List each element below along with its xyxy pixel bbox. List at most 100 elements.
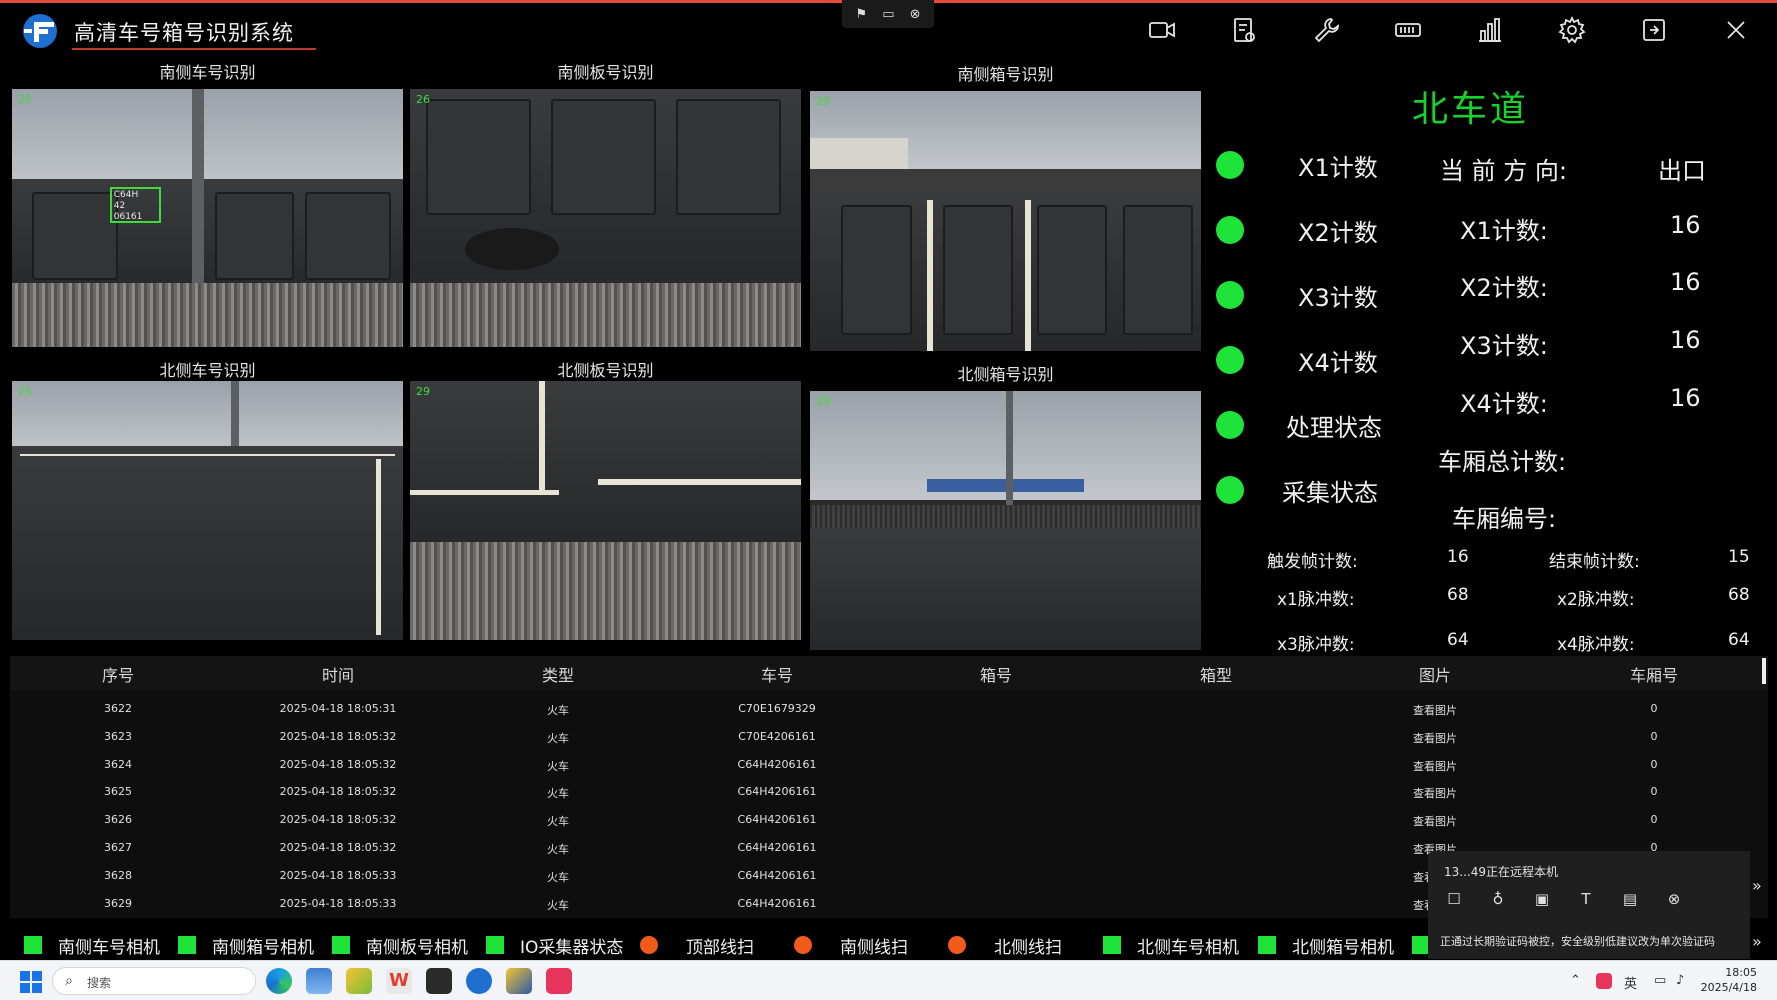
disconnect-icon[interactable]: ⊗ — [1660, 887, 1688, 911]
table-cell: C64H4206161 — [737, 841, 817, 854]
status-north-car-camera: 北侧车号相机 — [1103, 934, 1239, 958]
camera-view-south-plate[interactable]: 南侧板号识别 26 — [410, 57, 801, 347]
tray-app-icon[interactable] — [1596, 973, 1612, 989]
security-notice: 正通过长期验证码被控，安全级别低建议改为单次验证码 — [1440, 935, 1715, 948]
view-image-link[interactable]: 查看图片 — [1413, 785, 1457, 801]
status-indicator — [1103, 936, 1121, 954]
status-south-box-camera: 南侧箱号相机 — [178, 934, 314, 958]
volume-icon[interactable]: ♪ — [1676, 973, 1684, 988]
screen-icon[interactable]: ▭ — [882, 7, 894, 22]
status-indicator — [794, 936, 812, 954]
status-indicator — [332, 936, 350, 954]
camera-view-south-car[interactable]: 南侧车号识别 C64H 42 06161 25 — [12, 57, 403, 347]
edge-browser-icon[interactable] — [266, 968, 292, 994]
folder-transfer-icon[interactable]: ▤ — [1616, 887, 1644, 911]
record-list-button[interactable] — [1203, 10, 1285, 50]
file-manager-icon[interactable] — [506, 968, 532, 994]
count-label-x1: X1计数: — [1460, 217, 1548, 245]
ime-indicator[interactable]: 英 — [1624, 973, 1637, 992]
table-cell: C64H4206161 — [737, 896, 817, 910]
camera-view-north-car[interactable]: 北侧车号识别 25 — [12, 355, 403, 640]
status-indicator — [640, 936, 658, 954]
x4-pulse-label: x4脉冲数: — [1557, 635, 1635, 655]
status-indicator — [486, 936, 504, 954]
tools-app-icon[interactable] — [346, 968, 372, 994]
wps-office-icon[interactable]: W — [386, 968, 412, 994]
device-button[interactable] — [1367, 10, 1449, 50]
network-icon[interactable]: ▭ — [1654, 973, 1666, 988]
view-image-link[interactable]: 查看图片 — [1413, 730, 1457, 746]
chat-icon[interactable]: ☐ — [1440, 887, 1468, 911]
remote-desktop-icon[interactable] — [546, 968, 572, 994]
table-scrollbar[interactable] — [1762, 658, 1766, 684]
table-cell: 3623 — [104, 729, 132, 743]
view-image-link[interactable]: 查看图片 — [1413, 758, 1457, 774]
column-header-seq[interactable]: 序号 — [102, 662, 134, 686]
tray-expand-icon[interactable]: ⌃ — [1570, 973, 1581, 988]
remote-actions: ☐ ♁ ▣ T ▤ ⊗ — [1440, 887, 1688, 911]
record-list-icon — [1234, 18, 1255, 42]
windows-start-icon[interactable] — [20, 971, 42, 993]
table-cell: C64H4206161 — [737, 868, 817, 882]
view-image-link[interactable]: 查看图片 — [1413, 702, 1457, 718]
camera-view-north-plate[interactable]: 北侧板号识别 29 — [410, 355, 801, 640]
status-led — [1216, 411, 1244, 439]
remote-control-panel: 13...49正在远程本机 ☐ ♁ ▣ T ▤ ⊗ 正通过长期验证码被控，安全级… — [1428, 851, 1750, 959]
table-row[interactable]: 3622 2025-04-18 18:05:31 火车 C70E1679329 查看图片… — [10, 696, 1768, 723]
text-icon[interactable]: T — [1572, 887, 1600, 911]
statistics-button[interactable] — [1449, 10, 1531, 50]
table-cell: 3622 — [104, 702, 132, 715]
table-cell: 2025-04-18 18:05:32 — [279, 757, 397, 771]
bar-chart-icon — [1479, 18, 1501, 42]
column-header-box-type[interactable]: 箱型 — [1200, 662, 1232, 686]
recognition-app-icon[interactable] — [466, 968, 492, 994]
photo-app-icon[interactable] — [306, 968, 332, 994]
table-cell: 3625 — [104, 785, 132, 799]
app-title: 高清车号箱号识别系统 — [74, 21, 294, 45]
column-header-car-no[interactable]: 车号 — [761, 662, 793, 686]
expand-arrow-icon[interactable]: » — [1752, 876, 1762, 895]
table-cell: 火车 — [547, 870, 569, 884]
camera-view-north-box[interactable]: 北侧箱号识别 29 — [810, 359, 1201, 650]
table-cell: 3627 — [104, 841, 132, 854]
count-value-x2: 16 — [1670, 268, 1701, 296]
taskbar-search[interactable]: ⌕ 搜索 — [52, 967, 256, 995]
indicator-label: X1计数 — [1298, 153, 1378, 182]
table-cell: 2025-04-18 18:05:32 — [279, 841, 397, 854]
video-camera-button[interactable] — [1121, 10, 1203, 50]
remote-control-mini-bar[interactable]: ⚑ ▭ ⊗ — [842, 0, 934, 28]
table-cell: 0 — [1650, 757, 1658, 771]
export-button[interactable] — [1613, 10, 1695, 50]
table-cell: 0 — [1650, 702, 1658, 715]
close-button[interactable] — [1695, 10, 1777, 50]
column-header-type[interactable]: 类型 — [542, 662, 574, 686]
settings-button[interactable] — [1531, 10, 1613, 50]
flag-icon[interactable]: ⚑ — [856, 7, 868, 22]
table-header: 序号 时间 类型 车号 箱号 箱型 图片 车厢号 — [10, 656, 1768, 690]
column-header-image[interactable]: 图片 — [1419, 662, 1451, 686]
close-icon[interactable]: ⊗ — [910, 7, 921, 22]
column-header-time[interactable]: 时间 — [322, 662, 354, 686]
table-cell: 0 — [1650, 813, 1658, 827]
table-row[interactable]: 3626 2025-04-18 18:05:32 火车 C64H4206161 查看图片… — [10, 807, 1768, 834]
table-row[interactable]: 3625 2025-04-18 18:05:32 火车 C64H4206161 查看图片… — [10, 779, 1768, 806]
taskbar-clock[interactable]: 18:05 2025/4/18 — [1701, 965, 1757, 995]
table-cell: 3629 — [104, 896, 132, 910]
terminal-icon[interactable] — [426, 968, 452, 994]
table-cell: 2025-04-18 18:05:33 — [279, 868, 397, 882]
table-row[interactable]: 3623 2025-04-18 18:05:32 火车 C70E4206161 查看图片… — [10, 724, 1768, 751]
camera-view-south-box[interactable]: 南侧箱号识别 29 — [810, 59, 1201, 351]
tools-button[interactable] — [1285, 10, 1367, 50]
table-row[interactable]: 3624 2025-04-18 18:05:32 火车 C64H4206161 查看图片… — [10, 752, 1768, 779]
column-header-car-index[interactable]: 车厢号 — [1630, 662, 1678, 686]
microphone-icon[interactable]: ♁ — [1484, 887, 1512, 911]
table-cell: 火车 — [547, 731, 569, 745]
title-underline — [72, 48, 316, 50]
count-value-x4: 16 — [1670, 384, 1701, 412]
camera-image: C64H 42 06161 25 — [12, 89, 403, 347]
screen-share-icon[interactable]: ▣ — [1528, 887, 1556, 911]
view-image-link[interactable]: 查看图片 — [1413, 813, 1457, 829]
camera-image: 25 — [12, 381, 403, 640]
expand-arrow-icon[interactable]: » — [1752, 932, 1762, 951]
column-header-box-no[interactable]: 箱号 — [980, 662, 1012, 686]
